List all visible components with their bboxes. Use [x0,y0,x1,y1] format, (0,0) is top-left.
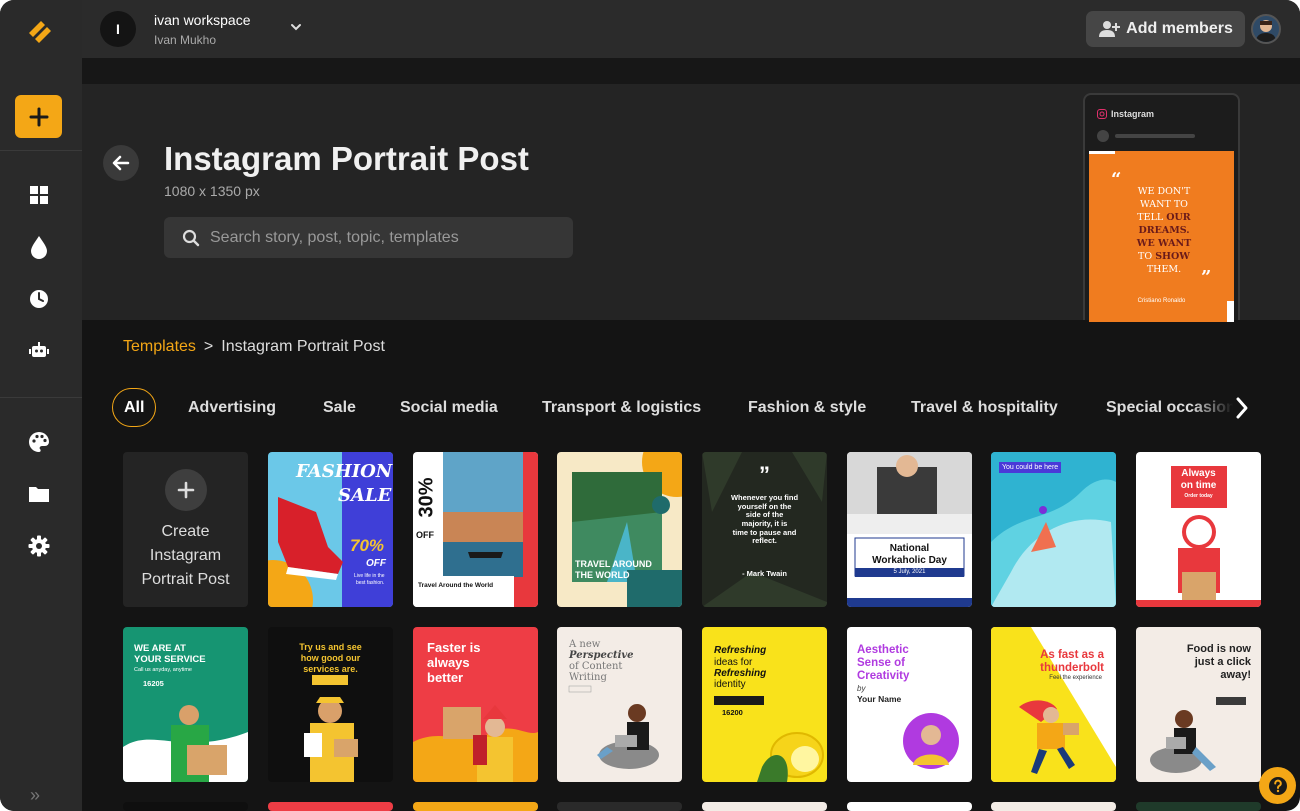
sidebar-divider [0,150,82,151]
workspace-avatar[interactable]: I [100,11,136,47]
user-avatar[interactable] [1251,14,1281,44]
sidebar-divider [0,397,82,398]
settings-gear-icon[interactable] [26,533,52,559]
instagram-label: Instagram [1097,109,1154,119]
category-chip-social-media[interactable]: Social media [400,388,498,427]
breadcrumb-separator: > [203,338,214,355]
instagram-preview-mockup: Instagram “ We don't want to tell our dr… [1083,93,1240,322]
preview-author: Cristiano Ronaldo [1137,298,1186,304]
preview-side-strip [1227,301,1234,322]
template-card[interactable]: FASHION SALE 70% OFF Live life in the be… [268,452,393,607]
history-clock-icon[interactable] [26,286,52,312]
template-card[interactable]: Faster is always better [413,627,538,782]
add-user-icon [1099,21,1121,37]
template-artwork [991,452,1116,607]
app-logo-icon[interactable] [24,16,56,48]
workspace-name[interactable]: ivan workspace [154,12,251,28]
back-button[interactable] [103,145,139,181]
template-card[interactable]: TRAVEL AROUND THE WORLD [557,452,682,607]
category-chip-fashion-style[interactable]: Fashion & style [748,388,866,427]
category-chip-sale[interactable]: Sale [323,388,356,427]
template-artwork [572,452,682,607]
template-artwork [847,452,972,607]
template-card[interactable] [702,802,827,811]
expand-sidebar-icon[interactable]: » [30,785,40,806]
template-card[interactable]: ” Whenever you find yourself on the side… [702,452,827,607]
arrow-left-icon [112,155,130,171]
template-card[interactable] [1136,802,1261,811]
breadcrumb-current: Instagram Portrait Post [221,338,385,355]
category-chip-travel-hospitality[interactable]: Travel & hospitality [911,388,1058,427]
help-button[interactable] [1259,767,1296,804]
close-quote-mark: ” [1201,267,1212,288]
create-tile-label: Create Instagram Portrait Post [141,523,230,588]
template-card[interactable]: Refreshing ideas for Refreshing identity… [702,627,827,782]
breadcrumb: Templates > Instagram Portrait Post [123,338,385,356]
search-icon [182,229,200,246]
hero-top-strip [82,58,1300,84]
template-card[interactable]: A new Perspective of Content Writing [557,627,682,782]
category-chip-all[interactable]: All [112,388,157,427]
category-chip-transport-logistics[interactable]: Transport & logistics [542,388,701,427]
breadcrumb-templates-link[interactable]: Templates [123,338,196,356]
preview-quote-text: We don't want to tell our dreams. We wan… [1136,186,1192,275]
create-new-button[interactable] [15,95,62,138]
category-chip-advertising[interactable]: Advertising [188,388,276,427]
template-card[interactable]: 30% OFF Travel Around the World [413,452,538,607]
plus-icon [164,469,207,511]
instagram-icon [1097,109,1107,119]
template-search[interactable] [164,217,573,258]
top-bar: I ivan workspace Ivan Mukho Add members [82,0,1300,58]
hero-banner: Instagram Portrait Post 1080 x 1350 px I… [82,84,1300,322]
template-card[interactable]: National Workaholic Day 5 July, 2021 [847,452,972,607]
sidebar: » [0,0,82,811]
dashboard-icon[interactable] [26,182,52,208]
template-card[interactable] [847,802,972,811]
folder-icon[interactable] [26,481,52,507]
search-input[interactable] [210,228,560,247]
template-card[interactable]: Aesthetic Sense of Creativity by Your Na… [847,627,972,782]
palette-icon[interactable] [26,429,52,455]
brand-drop-icon[interactable] [26,234,52,260]
workspace-chevron-down-icon[interactable] [289,20,303,39]
add-members-label: Add members [1126,20,1233,37]
story-progress-bar [1089,151,1115,154]
robot-ai-icon[interactable] [26,338,52,364]
chevron-right-icon[interactable] [1229,393,1255,423]
template-card[interactable] [268,802,393,811]
add-members-button[interactable]: Add members [1086,11,1245,47]
preview-quote-card: “ We don't want to tell our dreams. We w… [1089,151,1234,322]
template-card[interactable]: You could be here [991,452,1116,607]
template-card[interactable]: Food is now just a click away! [1136,627,1261,782]
plus-icon [29,107,48,126]
template-card[interactable]: Try us and see how good our services are… [268,627,393,782]
profile-line [1115,134,1195,138]
template-card[interactable] [991,802,1116,811]
profile-dot [1097,130,1109,142]
page-title: Instagram Portrait Post [164,140,529,177]
template-card[interactable] [123,802,248,811]
template-card[interactable] [413,802,538,811]
create-custom-design-tile[interactable]: Create Instagram Portrait Post [123,452,248,607]
question-mark-icon [1268,776,1287,795]
template-card[interactable]: WE ARE AT YOUR SERVICE Call us anyday, a… [123,627,248,782]
template-card[interactable]: Always on time Order today [1136,452,1261,607]
format-size: 1080 x 1350 px [164,183,260,199]
template-card[interactable]: As fast as a thunderbolt Feel the experi… [991,627,1116,782]
category-filter-bar: All Advertising Sale Social media Transp… [112,388,1262,428]
template-card[interactable] [557,802,682,811]
workspace-user-name: Ivan Mukho [154,33,217,47]
app-window: » I ivan workspace Ivan Mukho Add member… [0,0,1300,811]
